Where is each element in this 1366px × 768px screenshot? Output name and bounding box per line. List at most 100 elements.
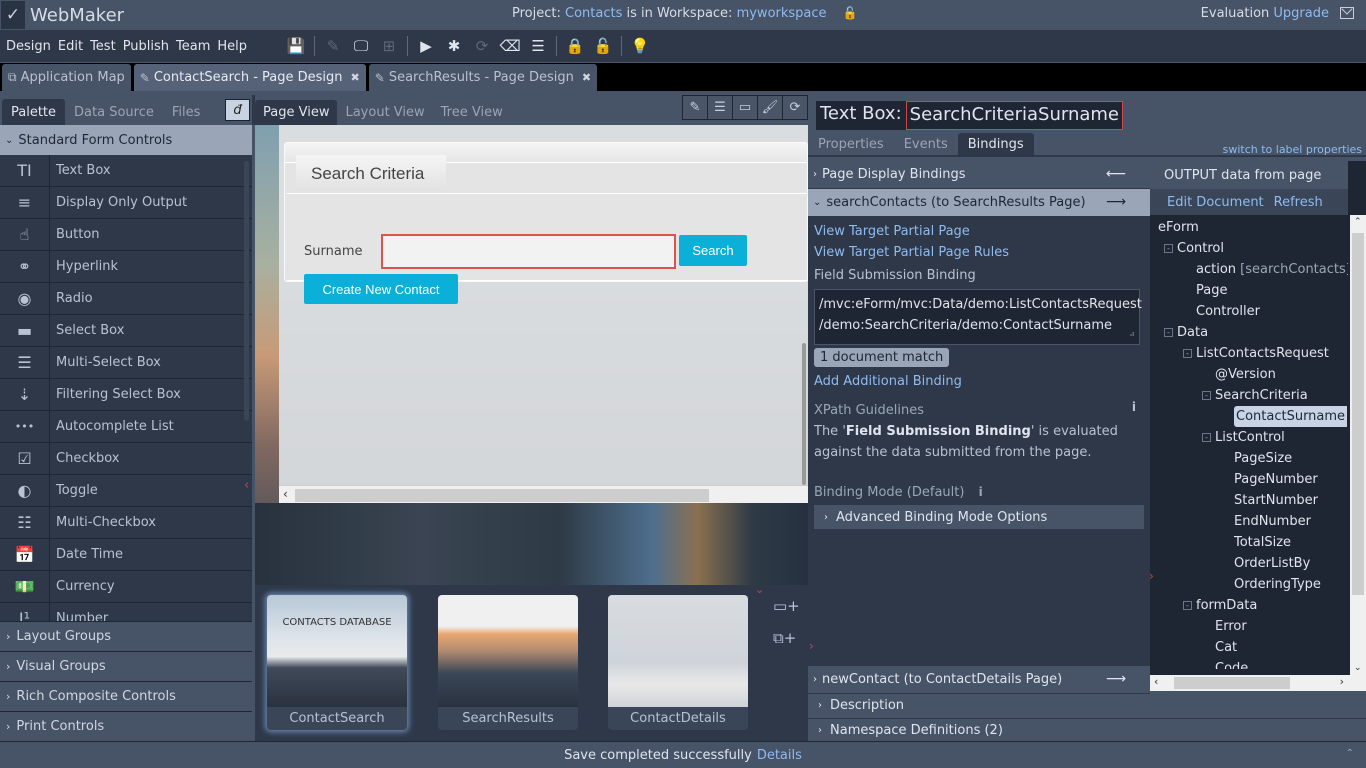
- page-display-bindings-header[interactable]: › Page Display Bindings ⟵: [808, 161, 1150, 189]
- field-submission-xpath-input[interactable]: /mvc:eForm/mvc:Data/demo:ListContactsReq…: [814, 289, 1142, 345]
- page-horizontal-scrollbar[interactable]: ‹: [279, 485, 808, 503]
- scrollbar-thumb[interactable]: [295, 489, 709, 502]
- card-icon[interactable]: ▭: [732, 95, 758, 120]
- tab-searchresults-design[interactable]: ✎ SearchResults - Page Design ✖: [368, 64, 598, 91]
- tree-node[interactable]: OrderingType: [1234, 574, 1321, 595]
- close-icon[interactable]: ✖: [351, 71, 360, 84]
- menu-test[interactable]: Test: [90, 39, 116, 54]
- menu-team[interactable]: Team: [176, 39, 210, 54]
- tab-layout-view[interactable]: Layout View: [337, 100, 432, 125]
- lightbulb-icon[interactable]: 💡: [629, 35, 651, 57]
- menu-edit[interactable]: Edit: [58, 39, 83, 54]
- tree-node[interactable]: Error: [1215, 616, 1247, 637]
- chevron-up-icon[interactable]: ⌃: [1346, 748, 1354, 759]
- edit-icon[interactable]: ✎: [682, 95, 708, 120]
- description-section[interactable]: › Description: [808, 693, 1366, 719]
- tree-node[interactable]: PageSize: [1234, 448, 1292, 469]
- sitemap-icon[interactable]: ⊞: [378, 35, 400, 57]
- bug-icon[interactable]: ✱: [443, 35, 465, 57]
- eraser-icon[interactable]: ⌫: [499, 35, 521, 57]
- tab-application-map[interactable]: ⧉ Application Map: [2, 64, 131, 91]
- tree-toggle-icon[interactable]: -: [1183, 349, 1192, 358]
- tree-node[interactable]: Data: [1177, 322, 1208, 343]
- unlock-icon[interactable]: 🔓: [592, 35, 614, 57]
- group-layout-groups[interactable]: › Layout Groups: [0, 621, 252, 651]
- scroll-right-icon[interactable]: ›: [1340, 675, 1344, 688]
- switch-to-label-properties-link[interactable]: switch to label properties: [1223, 143, 1362, 156]
- refresh-icon[interactable]: ⟳: [471, 35, 493, 57]
- edit-document-link[interactable]: Edit Document: [1167, 195, 1264, 210]
- palette-item-display-only-output[interactable]: ≡ Display Only Output: [0, 186, 252, 219]
- tree-node[interactable]: SearchCriteria: [1215, 385, 1308, 406]
- close-icon[interactable]: ✖: [582, 71, 591, 84]
- play-icon[interactable]: ▶: [415, 35, 437, 57]
- palette-item-number[interactable]: I¹ Number: [0, 602, 252, 621]
- collapse-icon[interactable]: ›: [809, 639, 814, 653]
- scroll-left-icon[interactable]: ‹: [283, 487, 288, 501]
- unlock-icon[interactable]: 🔓: [843, 6, 858, 20]
- upgrade-link[interactable]: Upgrade: [1273, 6, 1329, 21]
- tree-horizontal-scrollbar[interactable]: ‹ ›: [1150, 675, 1366, 691]
- palette-item-toggle[interactable]: ◐ Toggle: [0, 474, 252, 507]
- palette-item-autocomplete-list[interactable]: ••• Autocomplete List: [0, 410, 252, 443]
- tree-toggle-icon[interactable]: -: [1202, 391, 1211, 400]
- palette-item-radio[interactable]: ◉ Radio: [0, 282, 252, 315]
- add-partial-page-icon[interactable]: ⧉+: [773, 629, 796, 647]
- tree-node[interactable]: ListContactsRequest: [1196, 343, 1329, 364]
- lock-icon[interactable]: 🔒: [564, 35, 586, 57]
- scroll-down-icon[interactable]: ⌄: [1354, 663, 1362, 673]
- palette-item-multi-select-box[interactable]: ☰ Multi-Select Box: [0, 346, 252, 379]
- tree-toggle-icon[interactable]: -: [1202, 433, 1211, 442]
- workspace-link[interactable]: myworkspace: [737, 6, 827, 21]
- page-vertical-scrollbar[interactable]: [802, 343, 806, 485]
- scrollbar-thumb[interactable]: [1352, 233, 1364, 595]
- thumbnail-contactdetails[interactable]: ContactDetails: [608, 595, 748, 730]
- view-target-partial-page-rules-link[interactable]: View Target Partial Page Rules: [814, 242, 1144, 263]
- group-rich-composite-controls[interactable]: › Rich Composite Controls: [0, 681, 252, 711]
- tree-node[interactable]: EndNumber: [1234, 511, 1311, 532]
- refresh-link[interactable]: Refresh: [1274, 195, 1323, 210]
- tab-palette[interactable]: Palette: [2, 99, 66, 125]
- palette-item-currency[interactable]: 💵 Currency: [0, 570, 252, 603]
- tree-toggle-icon[interactable]: -: [1164, 244, 1173, 253]
- collapse-icon[interactable]: ›: [1149, 569, 1154, 583]
- collapse-left-icon[interactable]: ‹: [244, 478, 249, 493]
- tree-toggle-icon[interactable]: -: [1164, 328, 1173, 337]
- group-visual-groups[interactable]: › Visual Groups: [0, 651, 252, 681]
- tab-bindings[interactable]: Bindings: [957, 133, 1034, 156]
- tree-node[interactable]: formData: [1196, 595, 1257, 616]
- tree-node[interactable]: OrderListBy: [1234, 553, 1310, 574]
- tab-tree-view[interactable]: Tree View: [433, 100, 511, 125]
- standard-form-controls-header[interactable]: ⌄ Standard Form Controls: [0, 125, 252, 155]
- project-link[interactable]: Contacts: [565, 6, 622, 21]
- palette-item-text-box[interactable]: TI Text Box: [0, 155, 252, 187]
- scrollbar-thumb[interactable]: [1174, 677, 1290, 689]
- search-button[interactable]: Search: [679, 235, 747, 266]
- tree-node[interactable]: Controller: [1196, 301, 1260, 322]
- wizard-icon[interactable]: đ: [225, 99, 250, 121]
- palette-scrollbar[interactable]: [244, 161, 249, 421]
- server-icon[interactable]: ☰: [527, 35, 549, 57]
- view-target-partial-page-link[interactable]: View Target Partial Page: [814, 221, 1144, 242]
- tree-node[interactable]: PageNumber: [1234, 469, 1318, 490]
- list-icon[interactable]: ☰: [707, 95, 733, 120]
- advanced-binding-mode-options[interactable]: › Advanced Binding Mode Options: [814, 505, 1144, 529]
- palette-item-multi-checkbox[interactable]: ☷ Multi-Checkbox: [0, 506, 252, 539]
- menu-help[interactable]: Help: [217, 39, 247, 54]
- tree-node[interactable]: Code: [1215, 658, 1248, 669]
- brush-icon[interactable]: 🖌: [757, 95, 783, 120]
- tree-node[interactable]: Cat: [1215, 637, 1237, 658]
- tree-node[interactable]: ListControl: [1215, 427, 1285, 448]
- info-icon[interactable]: i: [979, 485, 983, 499]
- palette-item-checkbox[interactable]: ☑ Checkbox: [0, 442, 252, 475]
- tree-node[interactable]: StartNumber: [1234, 490, 1318, 511]
- palette-item-button[interactable]: ☝ Button: [0, 218, 252, 251]
- control-name-field[interactable]: SearchCriteriaSurname: [905, 101, 1123, 130]
- monitor-icon[interactable]: 🖵: [350, 35, 372, 57]
- tree-node[interactable]: Page: [1196, 280, 1227, 301]
- palette-item-select-box[interactable]: ▬ Select Box: [0, 314, 252, 347]
- save-icon[interactable]: 💾: [285, 35, 307, 57]
- tab-page-view[interactable]: Page View: [255, 100, 338, 125]
- tree-toggle-icon[interactable]: -: [1183, 601, 1192, 610]
- palette-item-hyperlink[interactable]: ⚭ Hyperlink: [0, 250, 252, 283]
